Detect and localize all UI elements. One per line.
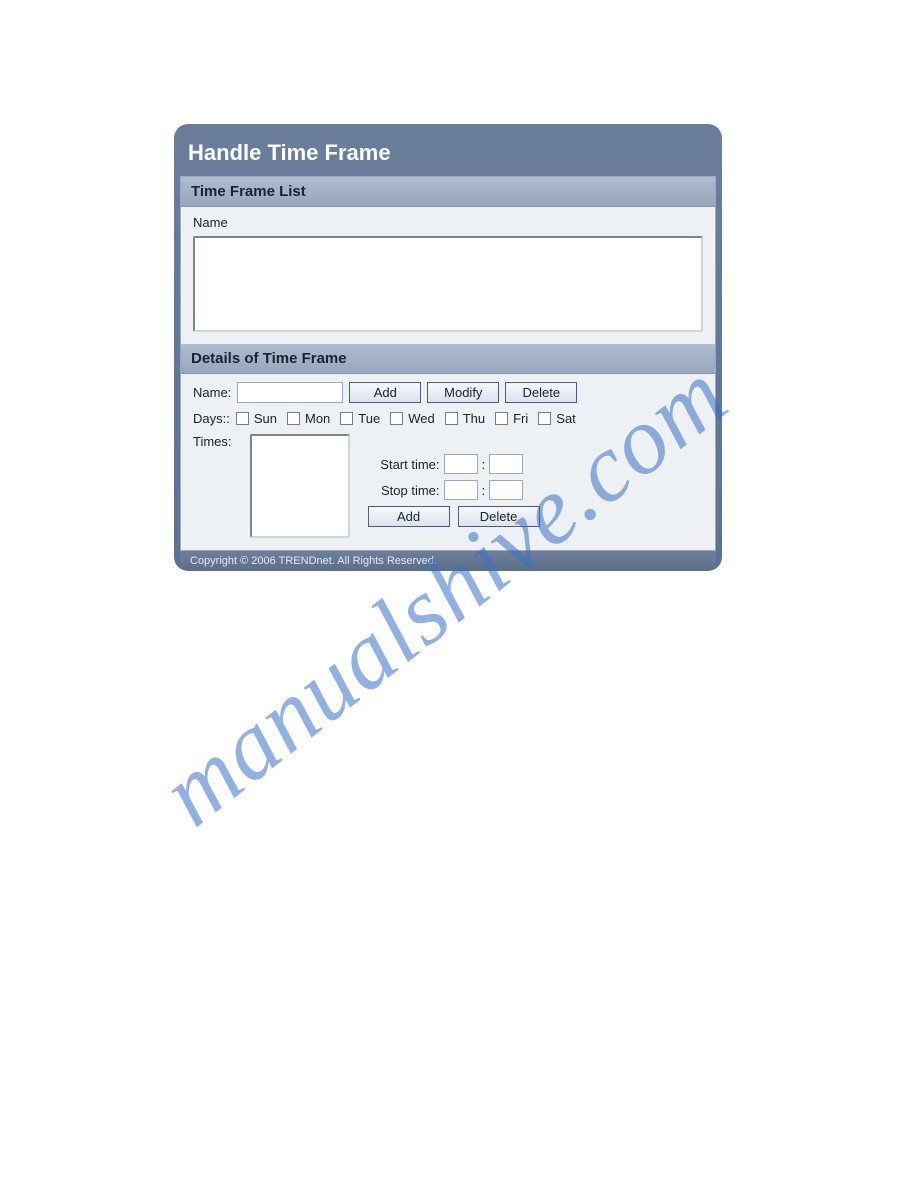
times-row: Times: Start time: : Stop time: :: [193, 434, 703, 538]
day-sat: Sat: [538, 411, 576, 426]
start-time-row: Start time: :: [368, 454, 540, 474]
day-thu: Thu: [445, 411, 485, 426]
checkbox-tue[interactable]: [340, 412, 353, 425]
checkbox-wed[interactable]: [390, 412, 403, 425]
checkbox-sat[interactable]: [538, 412, 551, 425]
config-panel: Handle Time Frame Time Frame List Name D…: [174, 124, 722, 571]
time-delete-button[interactable]: Delete: [458, 506, 540, 527]
name-input[interactable]: [237, 382, 343, 403]
time-buttons: Add Delete: [368, 506, 540, 527]
panel-title: Handle Time Frame: [180, 130, 716, 176]
time-colon-1: :: [482, 457, 486, 472]
details-header: Details of Time Frame: [181, 344, 715, 374]
day-sun: Sun: [236, 411, 277, 426]
day-label-sun: Sun: [254, 411, 277, 426]
day-label-wed: Wed: [408, 411, 435, 426]
days-label: Days::: [193, 411, 230, 426]
checkbox-fri[interactable]: [495, 412, 508, 425]
checkbox-thu[interactable]: [445, 412, 458, 425]
start-min-input[interactable]: [489, 454, 523, 474]
time-frame-list-header: Time Frame List: [181, 177, 715, 207]
time-add-button[interactable]: Add: [368, 506, 450, 527]
day-tue: Tue: [340, 411, 380, 426]
stop-min-input[interactable]: [489, 480, 523, 500]
stop-time-label: Stop time:: [368, 483, 440, 498]
day-wed: Wed: [390, 411, 435, 426]
day-fri: Fri: [495, 411, 528, 426]
day-label-tue: Tue: [358, 411, 380, 426]
time-colon-2: :: [482, 483, 486, 498]
delete-button[interactable]: Delete: [505, 382, 577, 403]
checkbox-mon[interactable]: [287, 412, 300, 425]
name-row: Name: Add Modify Delete: [193, 382, 703, 403]
start-hour-input[interactable]: [444, 454, 478, 474]
day-label-mon: Mon: [305, 411, 330, 426]
time-frame-list-body: Name: [181, 207, 715, 344]
stop-hour-input[interactable]: [444, 480, 478, 500]
time-fields: Start time: : Stop time: : Add Delete: [368, 434, 540, 527]
stop-time-row: Stop time: :: [368, 480, 540, 500]
name-column-label: Name: [193, 215, 228, 230]
start-time-label: Start time:: [368, 457, 440, 472]
day-mon: Mon: [287, 411, 330, 426]
details-body: Name: Add Modify Delete Days:: Sun Mon: [181, 374, 715, 550]
days-row: Days:: Sun Mon Tue Wed: [193, 411, 703, 426]
time-frame-list[interactable]: [193, 236, 703, 332]
panel-content: Time Frame List Name Details of Time Fra…: [180, 176, 716, 551]
day-label-fri: Fri: [513, 411, 528, 426]
checkbox-sun[interactable]: [236, 412, 249, 425]
times-label: Times:: [193, 434, 232, 449]
copyright-text: Copyright © 2006 TRENDnet. All Rights Re…: [190, 555, 437, 567]
name-label: Name:: [193, 385, 231, 400]
times-list[interactable]: [250, 434, 350, 538]
modify-button[interactable]: Modify: [427, 382, 499, 403]
day-label-sat: Sat: [556, 411, 576, 426]
add-button[interactable]: Add: [349, 382, 421, 403]
day-label-thu: Thu: [463, 411, 485, 426]
footer-bar: Copyright © 2006 TRENDnet. All Rights Re…: [180, 551, 716, 571]
